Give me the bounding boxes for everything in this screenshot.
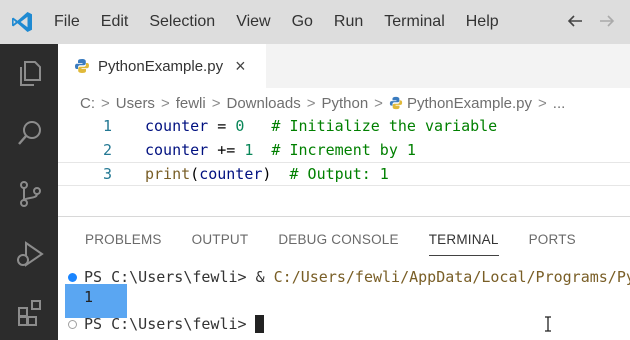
breadcrumb-item[interactable]: Downloads [226,95,300,112]
back-arrow-icon[interactable] [566,12,584,30]
code-token: 0 [235,117,245,135]
menu-go[interactable]: Go [292,13,313,31]
close-icon[interactable]: × [235,57,246,75]
activity-bar [0,44,58,340]
breadcrumb-item[interactable]: Python [321,95,368,112]
code-text: print(counter) # Output: 1 [145,165,389,183]
breadcrumb-separator: > [374,94,383,112]
code-token: print [145,165,191,183]
python-file-icon [75,59,89,73]
breadcrumb-item[interactable]: ... [553,95,566,112]
breadcrumb-separator: > [538,94,547,112]
code-token: counter [145,141,209,159]
code-token: counter [145,117,209,135]
text-cursor-icon [545,316,551,332]
terminal-command-path: C:/Users/fewli/AppData/Local/Programs/Py [273,268,630,286]
source-control-icon[interactable] [15,179,45,209]
terminal-prompt: PS C:\Users\fewli> [84,314,247,333]
search-icon[interactable] [15,118,45,148]
extensions-icon[interactable] [15,298,45,328]
terminal-output: 1 [84,288,94,306]
code-token: counter [199,165,263,183]
files-icon[interactable] [15,58,45,88]
code-line[interactable]: 2 counter += 1 # Increment by 1 [58,138,630,162]
python-file-icon [389,96,403,110]
terminal-cursor [254,315,264,334]
breadcrumb-item[interactable]: Users [116,95,155,112]
panel-divider [58,216,630,217]
breadcrumb-separator: > [160,94,170,112]
breadcrumb: C: > Users > fewli > Downloads > Python > PythonEx… [80,92,565,114]
code-editor[interactable]: 1 counter = 0 # Initialize the variable 2 c… [58,114,630,214]
navigation-arrows [566,12,616,30]
code-token: += [208,141,245,159]
editor-tab-strip: PythonExample.py × [58,44,630,88]
code-text: counter = 0 # Initialize the variable [145,117,497,135]
command-pending-icon[interactable] [68,319,77,329]
run-debug-icon[interactable] [15,239,45,269]
tab-label: PythonExample.py [98,57,224,75]
code-token: = [208,117,236,135]
panel-tabs: PROBLEMS OUTPUT DEBUG CONSOLE TERMINAL PORTS [85,228,606,256]
menu-bar: File Edit Selection View Go Run Terminal Help [54,0,520,44]
breadcrumb-item[interactable]: fewli [176,95,206,112]
breadcrumb-item[interactable]: C: [80,95,95,112]
tab-ports[interactable]: PORTS [529,228,576,252]
menu-selection[interactable]: Selection [149,13,215,31]
tab-problems[interactable]: PROBLEMS [85,228,162,252]
tab-python-example[interactable]: PythonExample.py × [58,44,266,88]
code-token: ( [190,165,200,183]
code-line[interactable]: 3 print(counter) # Output: 1 [58,162,630,186]
menu-edit[interactable]: Edit [101,13,129,31]
line-number: 3 [102,165,112,183]
tab-terminal[interactable]: TERMINAL [428,228,499,256]
code-token: # Increment by 1 [253,141,416,159]
title-bar: File Edit Selection View Go Run Terminal Help [0,0,630,44]
breadcrumb-separator: > [101,94,110,112]
breadcrumb-separator: > [211,94,221,112]
tab-debug-console[interactable]: DEBUG CONSOLE [278,228,398,252]
menu-run[interactable]: Run [334,13,363,31]
command-success-icon[interactable] [68,272,77,282]
line-number: 2 [102,141,112,159]
vscode-logo-icon [12,12,32,32]
menu-file[interactable]: File [54,13,80,31]
menu-help[interactable]: Help [466,13,499,31]
breadcrumb-item[interactable]: PythonExample.py [407,95,532,112]
forward-arrow-icon[interactable] [598,12,616,30]
code-token: # Initialize the variable [244,117,498,135]
code-token: # Output: 1 [271,165,389,183]
breadcrumb-separator: > [306,94,316,112]
code-text: counter += 1 # Increment by 1 [145,141,416,159]
menu-view[interactable]: View [236,13,270,31]
terminal-line: PS C:\Users\fewli> & C:/Users/fewli/AppD… [58,266,630,288]
line-number: 1 [102,117,112,135]
code-line[interactable]: 1 counter = 0 # Initialize the variable [58,114,630,138]
tab-output[interactable]: OUTPUT [192,228,249,252]
menu-terminal[interactable]: Terminal [384,13,444,31]
